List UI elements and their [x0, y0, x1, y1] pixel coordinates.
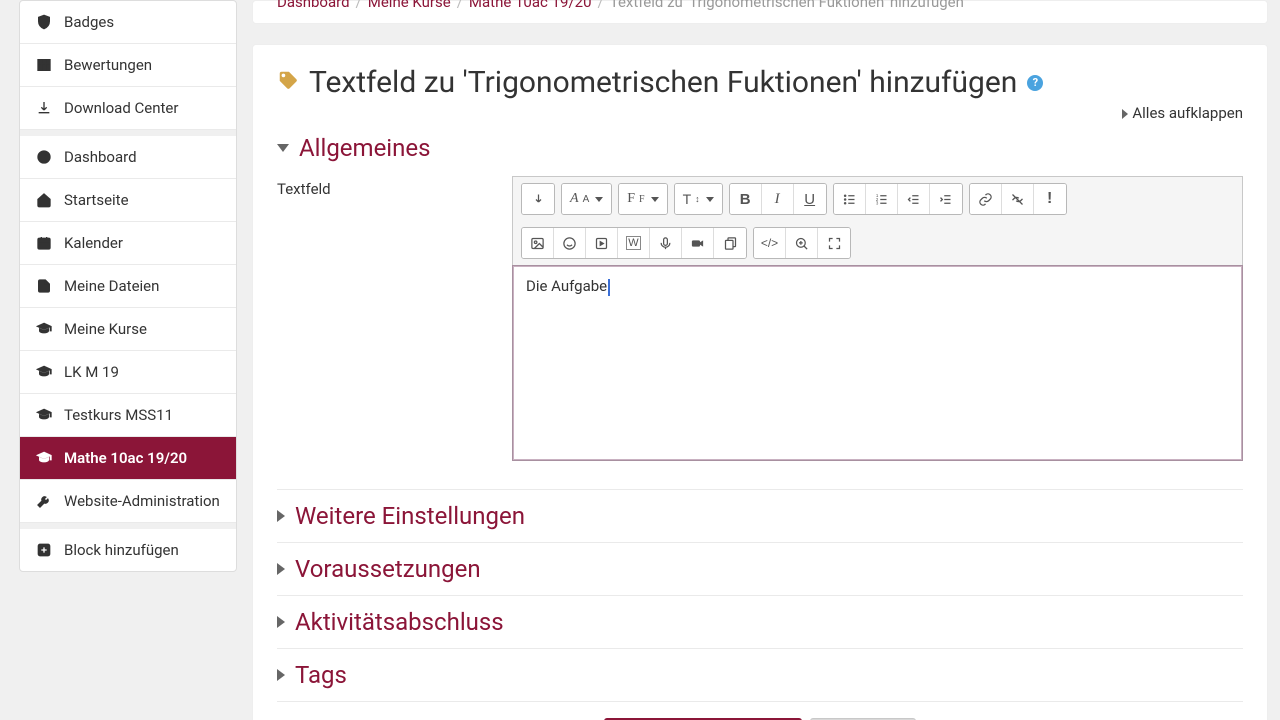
- section-toggle-completion[interactable]: Aktivitätsabschluss: [277, 604, 1243, 640]
- sidebar-item-kalender[interactable]: Kalender: [20, 222, 236, 265]
- chevron-right-icon: [277, 616, 285, 628]
- rich-text-editor: AA FF T↕ B I U 123: [512, 176, 1243, 461]
- sidebar-item-label: Testkurs MSS11: [64, 406, 173, 424]
- toolbar-font-family[interactable]: AA: [562, 184, 611, 214]
- toolbar-unlink[interactable]: [1002, 184, 1034, 214]
- cap-icon: [36, 450, 52, 466]
- field-label-textfeld: Textfeld: [277, 176, 492, 461]
- sidebar-item-label: Startseite: [64, 191, 129, 209]
- sidebar-item-admin[interactable]: Website-Administration: [20, 480, 236, 523]
- toolbar-link[interactable]: [970, 184, 1002, 214]
- chevron-down-icon: [277, 144, 289, 152]
- toolbar-emoji[interactable]: [554, 228, 586, 258]
- toolbar-toggle-button[interactable]: [522, 184, 554, 214]
- expand-all-link[interactable]: Alles aufklappen: [1122, 104, 1243, 122]
- chevron-right-icon: [277, 669, 285, 681]
- page-title: Textfeld zu 'Trigonometrischen Fuktionen…: [277, 65, 1243, 100]
- section-general: Allgemeines Textfeld AA FF T↕ B: [277, 122, 1243, 490]
- cap-icon: [36, 321, 52, 337]
- toolbar-paragraph[interactable]: T↕: [675, 184, 722, 214]
- sidebar: Badges Bewertungen Download Center Dashb…: [0, 0, 248, 720]
- toolbar-image[interactable]: [522, 228, 554, 258]
- sidebar-item-meine-kurse[interactable]: Meine Kurse: [20, 308, 236, 351]
- sidebar-item-download[interactable]: Download Center: [20, 87, 236, 130]
- sidebar-item-dashboard[interactable]: Dashboard: [20, 136, 236, 179]
- sidebar-item-block-add[interactable]: Block hinzufügen: [20, 529, 236, 571]
- plus-square-icon: [36, 542, 52, 558]
- section-toggle-prereq[interactable]: Voraussetzungen: [277, 551, 1243, 587]
- gauge-icon: [36, 149, 52, 165]
- toolbar-underline[interactable]: U: [794, 184, 826, 214]
- wrench-icon: [36, 493, 52, 509]
- section-toggle-further[interactable]: Weitere Einstellungen: [277, 498, 1243, 534]
- toolbar-ol[interactable]: 123: [866, 184, 898, 214]
- shield-icon: [36, 14, 52, 30]
- chevron-right-icon: [277, 510, 285, 522]
- sidebar-item-lkm19[interactable]: LK M 19: [20, 351, 236, 394]
- toolbar-italic[interactable]: I: [762, 184, 794, 214]
- section-completion: Aktivitätsabschluss: [277, 596, 1243, 649]
- sidebar-item-label: Dashboard: [64, 148, 137, 166]
- section-further: Weitere Einstellungen: [277, 490, 1243, 543]
- breadcrumb-link[interactable]: Mathe 10ac 19/20: [469, 0, 592, 11]
- editor-toolbar: AA FF T↕ B I U 123: [513, 177, 1242, 266]
- help-icon[interactable]: ?: [1027, 75, 1043, 91]
- sidebar-item-startseite[interactable]: Startseite: [20, 179, 236, 222]
- sidebar-item-label: Meine Kurse: [64, 320, 147, 338]
- main-content: Dashboard / Meine Kurse / Mathe 10ac 19/…: [248, 0, 1280, 720]
- section-tags: Tags: [277, 649, 1243, 702]
- toolbar-video[interactable]: [682, 228, 714, 258]
- section-toggle-general[interactable]: Allgemeines: [277, 130, 1243, 166]
- cap-icon: [36, 364, 52, 380]
- section-toggle-tags[interactable]: Tags: [277, 657, 1243, 693]
- sidebar-item-bewertungen[interactable]: Bewertungen: [20, 44, 236, 87]
- sidebar-item-label: Kalender: [64, 234, 123, 252]
- home-icon: [36, 192, 52, 208]
- toolbar-bold[interactable]: B: [730, 184, 762, 214]
- table-icon: [36, 57, 52, 73]
- sidebar-item-label: Bewertungen: [64, 56, 152, 74]
- sidebar-item-testkurs[interactable]: Testkurs MSS11: [20, 394, 236, 437]
- cap-icon: [36, 407, 52, 423]
- text-cursor: [608, 279, 610, 296]
- toolbar-nolink[interactable]: !: [1034, 184, 1066, 214]
- breadcrumb: Dashboard / Meine Kurse / Mathe 10ac 19/…: [277, 0, 1243, 11]
- breadcrumb-current: Textfeld zu 'Trigonometrischen Fuktionen…: [610, 0, 964, 11]
- sidebar-item-label: Badges: [64, 13, 114, 31]
- calendar-icon: [36, 235, 52, 251]
- download-icon: [36, 100, 52, 116]
- sidebar-item-label: Download Center: [64, 99, 178, 117]
- file-icon: [36, 278, 52, 294]
- toolbar-zoom[interactable]: [786, 228, 818, 258]
- sidebar-item-label: Meine Dateien: [64, 277, 159, 295]
- chevron-right-icon: [277, 563, 285, 575]
- sidebar-item-badges[interactable]: Badges: [20, 1, 236, 44]
- sidebar-item-mathe10ac[interactable]: Mathe 10ac 19/20: [20, 437, 236, 480]
- toolbar-ul[interactable]: [834, 184, 866, 214]
- sidebar-item-label: Mathe 10ac 19/20: [64, 449, 187, 467]
- toolbar-files[interactable]: [714, 228, 746, 258]
- toolbar-outdent[interactable]: [898, 184, 930, 214]
- toolbar-html[interactable]: </>: [754, 228, 786, 258]
- svg-text:3: 3: [876, 200, 879, 205]
- sidebar-item-label: Website-Administration: [64, 492, 220, 510]
- toolbar-equation[interactable]: W: [618, 228, 650, 258]
- breadcrumb-link[interactable]: Meine Kurse: [368, 0, 451, 11]
- toolbar-font-size[interactable]: FF: [619, 184, 666, 214]
- breadcrumb-link[interactable]: Dashboard: [277, 0, 350, 11]
- toolbar-mic[interactable]: [650, 228, 682, 258]
- toolbar-fullscreen[interactable]: [818, 228, 850, 258]
- section-prereq: Voraussetzungen: [277, 543, 1243, 596]
- sidebar-item-label: LK M 19: [64, 363, 119, 381]
- sidebar-item-label: Block hinzufügen: [64, 541, 179, 559]
- toolbar-indent[interactable]: [930, 184, 962, 214]
- sidebar-item-meine-dateien[interactable]: Meine Dateien: [20, 265, 236, 308]
- label-icon: [277, 69, 299, 97]
- toolbar-media[interactable]: [586, 228, 618, 258]
- editor-textarea[interactable]: Die Aufgabe: [512, 265, 1243, 461]
